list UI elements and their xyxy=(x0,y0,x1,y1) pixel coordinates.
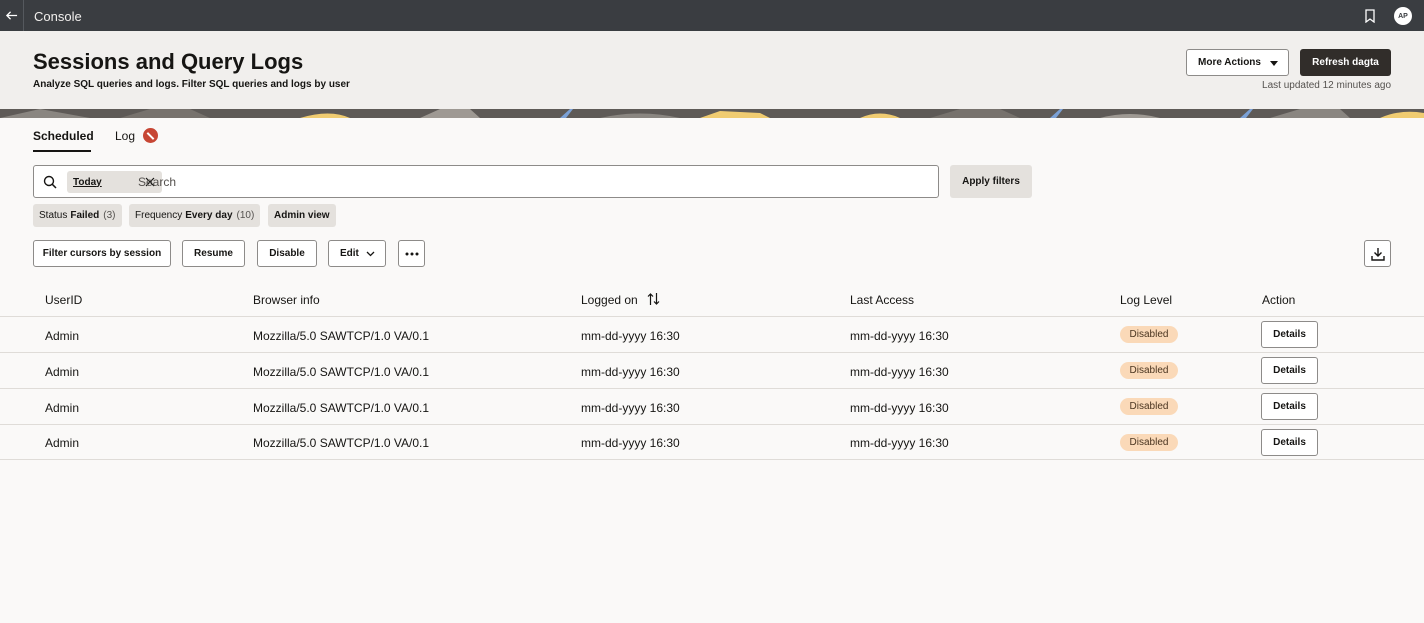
filter-chip-name: Frequency xyxy=(135,210,183,221)
table-divider xyxy=(0,388,1424,389)
details-button[interactable]: Details xyxy=(1261,429,1318,456)
filter-chip-value: Failed xyxy=(70,210,100,221)
table-divider xyxy=(0,424,1424,425)
chevron-down-icon xyxy=(366,251,375,257)
bookmark-icon[interactable] xyxy=(1364,9,1376,23)
error-icon xyxy=(143,128,158,143)
column-header-last-access[interactable]: Last Access xyxy=(850,293,914,307)
refresh-data-button[interactable]: Refresh dagta xyxy=(1300,49,1391,76)
cell-last-access: mm-dd-yyyy 16:30 xyxy=(850,436,949,450)
avatar[interactable]: AP xyxy=(1394,7,1412,25)
apply-filters-button[interactable]: Apply filters xyxy=(950,165,1032,198)
search-bar: Today xyxy=(33,165,939,198)
table-divider xyxy=(0,459,1424,460)
cell-userid: Admin xyxy=(45,365,80,379)
resume-button[interactable]: Resume xyxy=(182,240,245,267)
filter-chip-value: Every day xyxy=(185,210,233,221)
edit-menu-button[interactable]: Edit xyxy=(328,240,386,267)
download-icon xyxy=(1370,247,1385,261)
search-input[interactable] xyxy=(138,172,918,192)
cell-last-access: mm-dd-yyyy 16:30 xyxy=(850,401,949,415)
filter-chip-name: Status xyxy=(39,210,68,221)
page-header: Sessions and Query Logs Analyze SQL quer… xyxy=(0,31,1424,109)
column-header-logged-on[interactable]: Logged on xyxy=(581,293,638,307)
back-button[interactable] xyxy=(0,0,24,31)
filter-chip-status[interactable]: Status Failed (3) xyxy=(33,204,122,227)
cell-logged-on: mm-dd-yyyy 16:30 xyxy=(581,329,680,343)
app-title: Console xyxy=(34,9,82,24)
page-subtitle: Analyze SQL queries and logs. Filter SQL… xyxy=(33,79,350,90)
details-button[interactable]: Details xyxy=(1261,357,1318,384)
search-chip-label: Today xyxy=(73,176,102,188)
column-header-action: Action xyxy=(1262,293,1296,307)
details-button[interactable]: Details xyxy=(1261,321,1318,348)
filter-chip-admin-view[interactable]: Admin view xyxy=(268,204,336,227)
cell-logged-on: mm-dd-yyyy 16:30 xyxy=(581,365,680,379)
search-icon xyxy=(43,175,57,189)
column-header-log-level[interactable]: Log Level xyxy=(1120,293,1172,307)
cell-logged-on: mm-dd-yyyy 16:30 xyxy=(581,436,680,450)
filter-chip-count: (3) xyxy=(103,210,116,221)
column-header-userid[interactable]: UserID xyxy=(45,293,82,307)
filter-chip-value: Admin view xyxy=(274,210,330,221)
cell-logged-on: mm-dd-yyyy 16:30 xyxy=(581,401,680,415)
more-options-button[interactable] xyxy=(398,240,425,267)
details-button[interactable]: Details xyxy=(1261,393,1318,420)
tab-log[interactable]: Log xyxy=(115,129,135,143)
cell-browser-info: Mozzilla/5.0 SAWTCP/1.0 VA/0.1 xyxy=(253,436,430,450)
decorative-banner xyxy=(0,109,1424,118)
sort-icon[interactable] xyxy=(647,292,660,306)
filter-chip-count: (10) xyxy=(236,210,255,221)
edit-label: Edit xyxy=(340,248,359,259)
cell-userid: Admin xyxy=(45,329,80,343)
cell-last-access: mm-dd-yyyy 16:30 xyxy=(850,365,949,379)
status-badge: Disabled xyxy=(1120,398,1178,415)
back-arrow-icon xyxy=(5,11,18,20)
more-actions-button[interactable]: More Actions xyxy=(1186,49,1289,76)
status-badge: Disabled xyxy=(1120,434,1178,451)
filter-cursors-button[interactable]: Filter cursors by session xyxy=(33,240,171,267)
table-divider xyxy=(0,352,1424,353)
tab-scheduled[interactable]: Scheduled xyxy=(33,129,94,143)
status-badge: Disabled xyxy=(1120,326,1178,343)
more-dots-icon xyxy=(405,252,418,255)
cell-userid: Admin xyxy=(45,401,80,415)
cell-browser-info: Mozzilla/5.0 SAWTCP/1.0 VA/0.1 xyxy=(253,365,430,379)
filter-chip-frequency[interactable]: Frequency Every day (10) xyxy=(129,204,261,227)
caret-down-icon xyxy=(1270,61,1278,66)
last-updated-text: Last updated 12 minutes ago xyxy=(1262,80,1391,91)
disable-button[interactable]: Disable xyxy=(257,240,317,267)
cell-last-access: mm-dd-yyyy 16:30 xyxy=(850,329,949,343)
status-badge: Disabled xyxy=(1120,362,1178,379)
top-bar: Console AP xyxy=(0,0,1424,31)
page-title: Sessions and Query Logs xyxy=(33,49,304,74)
table-divider xyxy=(0,316,1424,317)
cell-userid: Admin xyxy=(45,436,80,450)
download-button[interactable] xyxy=(1364,240,1391,267)
more-actions-label: More Actions xyxy=(1198,57,1261,68)
column-header-browser-info[interactable]: Browser info xyxy=(253,293,320,307)
tab-selected-indicator xyxy=(33,150,91,152)
cell-browser-info: Mozzilla/5.0 SAWTCP/1.0 VA/0.1 xyxy=(253,401,430,415)
cell-browser-info: Mozzilla/5.0 SAWTCP/1.0 VA/0.1 xyxy=(253,329,430,343)
